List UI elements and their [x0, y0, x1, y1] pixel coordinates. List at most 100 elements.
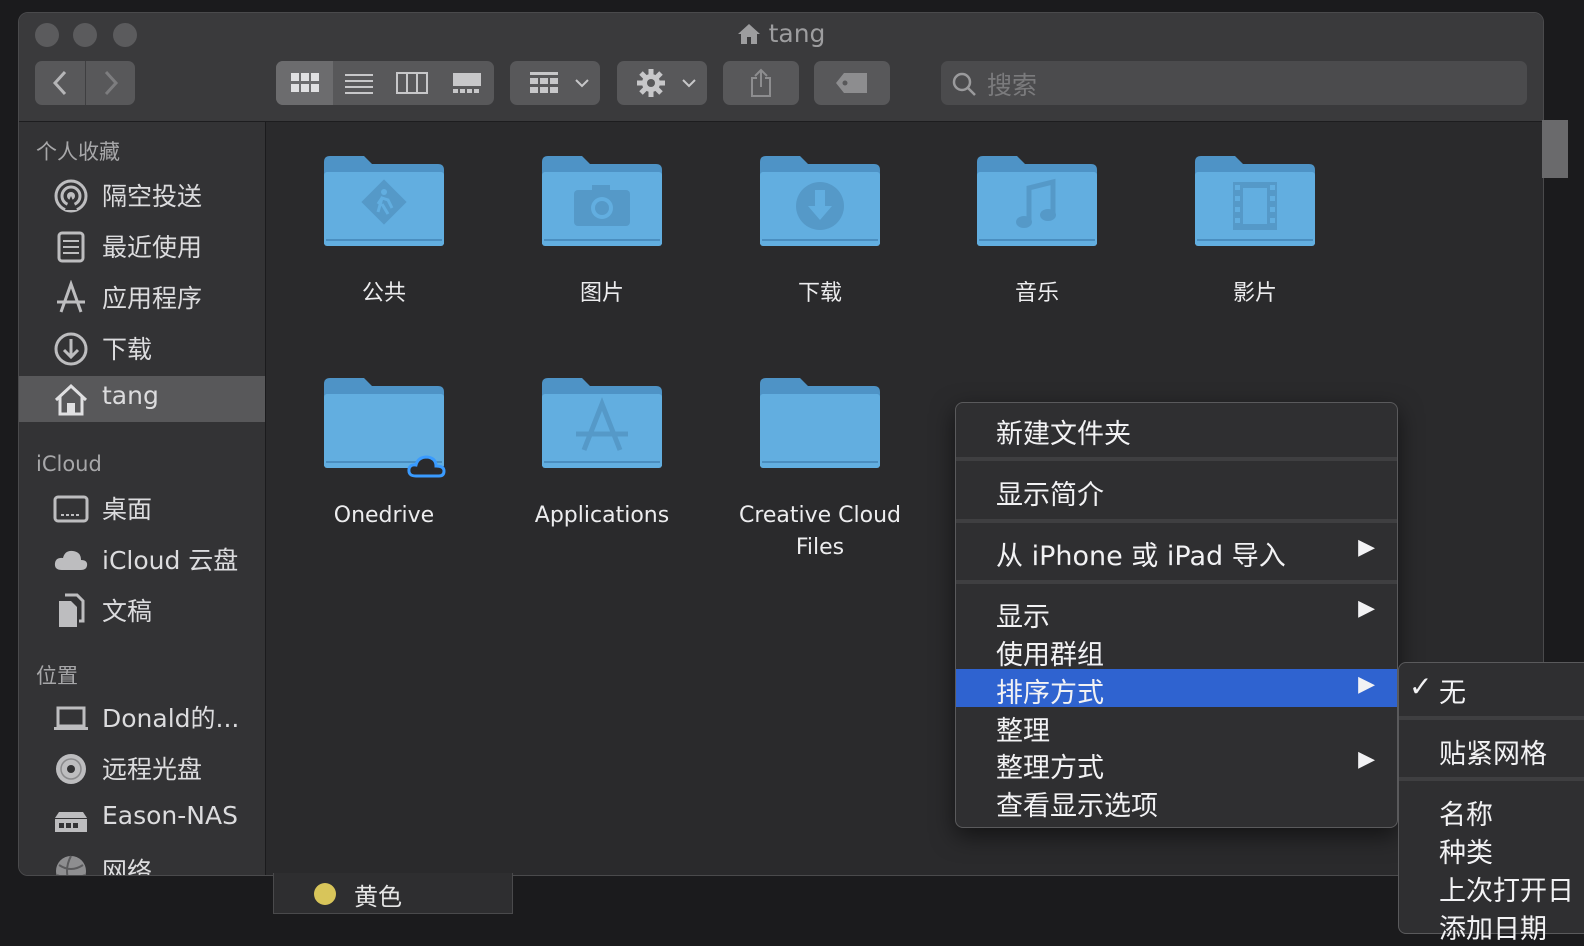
sidebar-item-computer[interactable]: Donald的...	[19, 694, 265, 740]
sidebar-item-desktop[interactable]: 桌面	[19, 485, 265, 531]
sidebar-header-favorites: 个人收藏	[36, 140, 120, 164]
tag-item-yellow[interactable]: 黄色	[273, 873, 513, 914]
folder-item[interactable]: 下载	[715, 152, 925, 310]
menu-item-show[interactable]: 显示 ▶	[956, 593, 1397, 633]
gallery-view-icon	[452, 73, 481, 93]
applications-folder-icon	[542, 378, 662, 468]
folder-item[interactable]: 公共	[279, 152, 489, 310]
sidebar-item-airdrop[interactable]: 隔空投送	[19, 172, 265, 218]
sidebar-item-label: Donald的...	[102, 704, 240, 733]
menu-separator	[1399, 716, 1584, 720]
menu-separator	[956, 457, 1397, 461]
menu-item-new-folder[interactable]: 新建文件夹	[956, 410, 1397, 450]
folder-item[interactable]: 图片	[497, 152, 707, 310]
navigation-group	[35, 61, 135, 105]
download-icon	[54, 332, 88, 366]
submenu-item-none[interactable]: ✓ 无	[1399, 669, 1584, 709]
folder-item[interactable]: 音乐	[932, 152, 1142, 310]
folder-name: 影片	[1232, 281, 1277, 306]
sidebar-header-locations: 位置	[36, 664, 78, 688]
sidebar-item-label: 文稿	[102, 597, 153, 626]
submenu-arrow-icon: ▶	[1358, 596, 1375, 621]
sidebar-item-documents[interactable]: 文稿	[19, 587, 265, 633]
sidebar-item-label: 桌面	[102, 495, 153, 524]
folder-name: 图片	[579, 281, 624, 306]
pictures-folder-icon	[542, 156, 662, 246]
submenu-item-date-added[interactable]: 添加日期	[1399, 905, 1584, 945]
folder-name: Applications	[534, 503, 670, 528]
menu-item-import-from-iphone[interactable]: 从 iPhone 或 iPad 导入 ▶	[956, 532, 1397, 572]
group-by-button[interactable]	[510, 61, 600, 105]
folder-item[interactable]: Applications	[497, 374, 707, 532]
submenu-arrow-icon: ▶	[1358, 747, 1375, 772]
menu-separator	[1399, 777, 1584, 781]
action-button[interactable]	[617, 61, 707, 105]
list-view-button[interactable]	[333, 61, 385, 105]
folder-item[interactable]: Creative Cloud Files	[715, 374, 925, 564]
menu-item-clean-up[interactable]: 整理	[956, 707, 1397, 747]
applications-icon	[57, 280, 85, 313]
sidebar-item-icloud-drive[interactable]: iCloud 云盘	[19, 536, 265, 582]
column-view-button[interactable]	[385, 61, 439, 105]
sidebar-item-home[interactable]: tang	[19, 376, 265, 422]
gallery-view-button[interactable]	[439, 61, 494, 105]
tag-icon	[836, 73, 867, 93]
submenu-item-kind[interactable]: 种类	[1399, 829, 1584, 869]
icon-view-icon	[290, 73, 319, 92]
sidebar-item-label: 最近使用	[102, 233, 203, 262]
menu-item-use-groups[interactable]: 使用群组	[956, 631, 1397, 671]
movies-folder-icon	[1195, 156, 1315, 246]
sidebar-item-nas[interactable]: Eason-NAS	[19, 796, 265, 842]
laptop-icon	[54, 706, 88, 730]
disc-icon	[56, 754, 86, 784]
submenu-item-last-opened[interactable]: 上次打开日	[1399, 867, 1584, 907]
folder-name: 音乐	[1014, 281, 1059, 306]
sidebar-item-recents[interactable]: 最近使用	[19, 223, 265, 269]
sidebar-item-label: 远程光盘	[102, 755, 203, 784]
chevron-down-icon	[682, 79, 696, 88]
submenu-item-name[interactable]: 名称	[1399, 791, 1584, 831]
list-view-icon	[345, 74, 373, 94]
menu-item-sort-by[interactable]: 排序方式 ▶	[956, 669, 1397, 709]
recents-icon	[57, 231, 85, 263]
sidebar-item-label: Eason-NAS	[102, 801, 238, 830]
menu-item-view-options[interactable]: 查看显示选项	[956, 782, 1397, 822]
sidebar-item-network[interactable]: 网络	[19, 847, 265, 876]
cloud-icon	[54, 550, 88, 570]
folder-icon	[760, 378, 880, 468]
submenu-item-snap-to-grid[interactable]: 贴紧网格	[1399, 730, 1584, 770]
folder-item[interactable]: Onedrive	[279, 374, 489, 532]
icon-view-button[interactable]	[276, 61, 333, 105]
share-icon	[751, 68, 771, 97]
share-button[interactable]	[723, 61, 799, 105]
desktop-icon	[53, 495, 89, 523]
tag-button[interactable]	[814, 61, 890, 105]
search-field[interactable]: 搜索	[941, 61, 1527, 105]
search-placeholder: 搜索	[987, 71, 1038, 100]
checkmark-icon: ✓	[1409, 670, 1433, 703]
sidebar-item-label: 应用程序	[102, 284, 203, 313]
forward-button[interactable]	[86, 61, 135, 105]
server-icon	[55, 812, 87, 832]
sidebar-item-label: iCloud 云盘	[102, 546, 239, 575]
chevron-left-icon	[52, 70, 67, 96]
menu-item-clean-up-by[interactable]: 整理方式 ▶	[956, 744, 1397, 784]
sidebar-header-icloud: iCloud	[36, 452, 102, 476]
sidebar-item-downloads[interactable]: 下载	[19, 325, 265, 371]
menu-item-get-info[interactable]: 显示简介	[956, 471, 1397, 511]
back-button[interactable]	[35, 61, 86, 105]
tag-label: 黄色	[354, 883, 402, 911]
folder-item[interactable]: 影片	[1150, 152, 1360, 310]
menu-separator	[956, 519, 1397, 523]
context-menu: 新建文件夹 显示简介 从 iPhone 或 iPad 导入 ▶ 显示 ▶ 使用群组 …	[955, 402, 1398, 828]
chevron-right-icon	[104, 70, 118, 96]
sidebar-item-remote-disc[interactable]: 远程光盘	[19, 745, 265, 791]
sidebar-item-label: 网络	[102, 857, 153, 876]
sidebar-item-applications[interactable]: 应用程序	[19, 274, 265, 320]
home-icon	[737, 22, 761, 51]
chevron-down-icon	[575, 79, 589, 88]
submenu-arrow-icon: ▶	[1358, 535, 1375, 560]
sidebar: 个人收藏 隔空投送 最近使用 应用程序 下载 tang iCloud 桌面 iC…	[19, 122, 266, 875]
sidebar-item-label: 隔空投送	[102, 182, 203, 211]
menu-separator	[956, 580, 1397, 584]
